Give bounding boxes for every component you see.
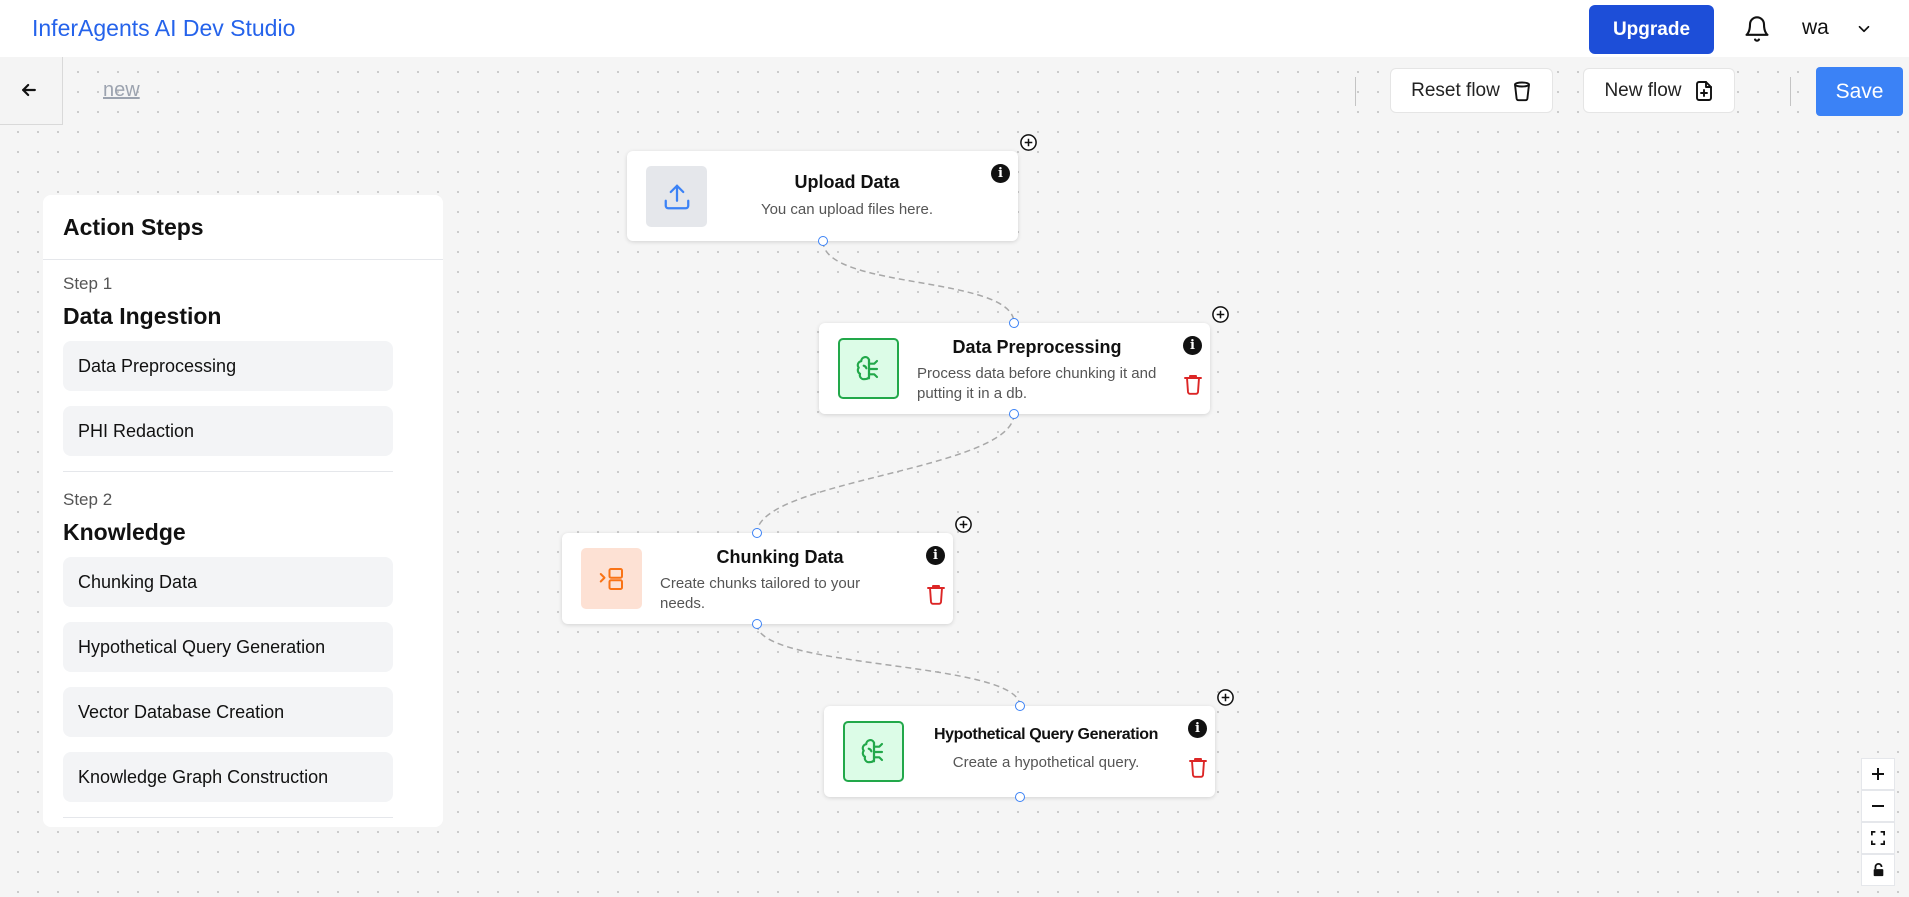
node-data-preprocessing[interactable]: Data Preprocessing Process data before c… [819,323,1210,414]
action-steps-panel: Action Steps Step 1 Data Ingestion Data … [43,195,443,827]
step-2-label: Step 2 [63,490,113,509]
toolbar-divider [1355,77,1356,106]
output-handle[interactable] [1015,792,1025,802]
fit-view-button[interactable] [1861,822,1895,854]
reset-flow-button[interactable]: Reset flow [1390,68,1553,113]
upgrade-button[interactable]: Upgrade [1589,5,1714,54]
node-title: Chunking Data [716,547,844,567]
panel-divider [43,259,443,260]
app-title[interactable]: InferAgents AI Dev Studio [32,15,295,42]
save-button[interactable]: Save [1816,67,1903,116]
node-chunking-data[interactable]: Chunking Data Create chunks tailored to … [562,533,953,624]
new-flow-label: New flow [1604,79,1682,101]
zoom-in-button[interactable] [1861,758,1895,790]
trash-icon[interactable] [1188,756,1208,778]
node-hypothetical-query-generation[interactable]: Hypothetical Query Generation Create a h… [824,706,1215,797]
brain-icon [838,338,899,399]
new-flow-button[interactable]: New flow [1583,68,1735,113]
step-1-label: Step 1 [63,274,113,293]
arrow-left-icon [22,83,36,97]
lock-button[interactable] [1861,854,1895,886]
step-item-knowledge-graph-construction[interactable]: Knowledge Graph Construction [63,752,393,802]
upload-icon [646,166,707,227]
input-handle[interactable] [1015,701,1025,711]
panel-title: Action Steps [63,214,204,240]
node-title: Data Preprocessing [952,337,1122,357]
info-icon[interactable]: i [1188,719,1207,738]
node-title: Upload Data [794,172,900,192]
flow-name[interactable]: new [103,79,140,102]
minus-icon [1872,805,1884,807]
trash-icon[interactable] [926,583,946,605]
output-handle[interactable] [818,236,828,246]
step-item-hypothetical-query-generation[interactable]: Hypothetical Query Generation [63,622,393,672]
node-title: Hypothetical Query Generation [933,726,1158,743]
back-button[interactable] [0,57,63,125]
add-node-icon[interactable] [954,515,973,534]
chevron-down-icon[interactable] [1855,20,1873,38]
lock-icon [1873,863,1883,877]
step-divider [63,817,393,818]
trash-icon[interactable] [1183,373,1203,395]
input-handle[interactable] [752,528,762,538]
plus-icon [1872,768,1884,780]
node-upload-data[interactable]: Upload Data You can upload files here. i [627,151,1018,241]
reset-flow-label: Reset flow [1411,79,1500,101]
node-description: Process data before chunking it and putt… [917,365,1157,402]
step-item-phi-redaction[interactable]: PHI Redaction [63,406,393,456]
zoom-out-button[interactable] [1861,790,1895,822]
info-icon[interactable]: i [926,546,945,565]
node-description: Create chunks tailored to your needs. [660,575,861,612]
chunks-icon [581,548,642,609]
info-icon[interactable]: i [1183,336,1202,355]
brain-icon [843,721,904,782]
top-bar: InferAgents AI Dev Studio Upgrade wa [0,0,1909,57]
step-2-title: Knowledge [63,519,186,545]
toolbar-divider [1790,77,1791,106]
info-icon[interactable]: i [991,164,1010,183]
input-handle[interactable] [1009,318,1019,328]
bell-icon[interactable] [1743,15,1771,43]
add-node-icon[interactable] [1216,688,1235,707]
node-description: Create a hypothetical query. [952,754,1140,771]
add-node-icon[interactable] [1019,133,1038,152]
node-description: You can upload files here. [760,201,934,218]
file-plus-icon [1695,80,1712,101]
step-item-vector-database-creation[interactable]: Vector Database Creation [63,687,393,737]
trash-icon [1513,81,1530,101]
fit-view-icon [1871,831,1885,845]
add-node-icon[interactable] [1211,305,1230,324]
output-handle[interactable] [1009,409,1019,419]
step-item-data-preprocessing[interactable]: Data Preprocessing [63,341,393,391]
step-item-chunking-data[interactable]: Chunking Data [63,557,393,607]
step-1-title: Data Ingestion [63,303,222,329]
user-menu[interactable]: wa [1802,16,1829,40]
output-handle[interactable] [752,619,762,629]
step-divider [63,471,393,472]
